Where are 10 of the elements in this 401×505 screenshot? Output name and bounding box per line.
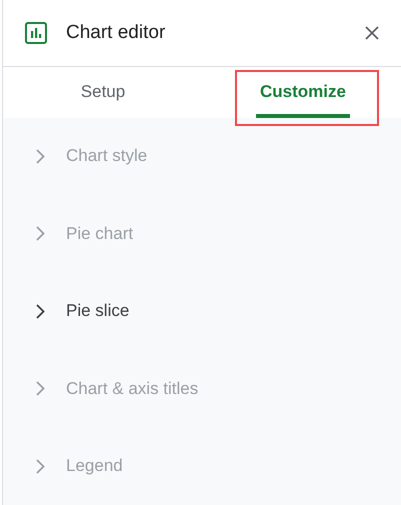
close-icon [365,26,379,40]
chevron-right-icon [36,458,45,474]
chevron-right-icon [36,226,45,242]
bar-chart-icon [25,22,47,44]
section-header[interactable]: Pie slice [3,272,401,350]
window-title: Chart editor [66,22,166,44]
tab[interactable]: Setup [76,66,130,118]
chevron-right-icon [36,304,45,319]
chevron-right-icon [36,148,45,164]
chevron-right-icon [36,381,45,396]
